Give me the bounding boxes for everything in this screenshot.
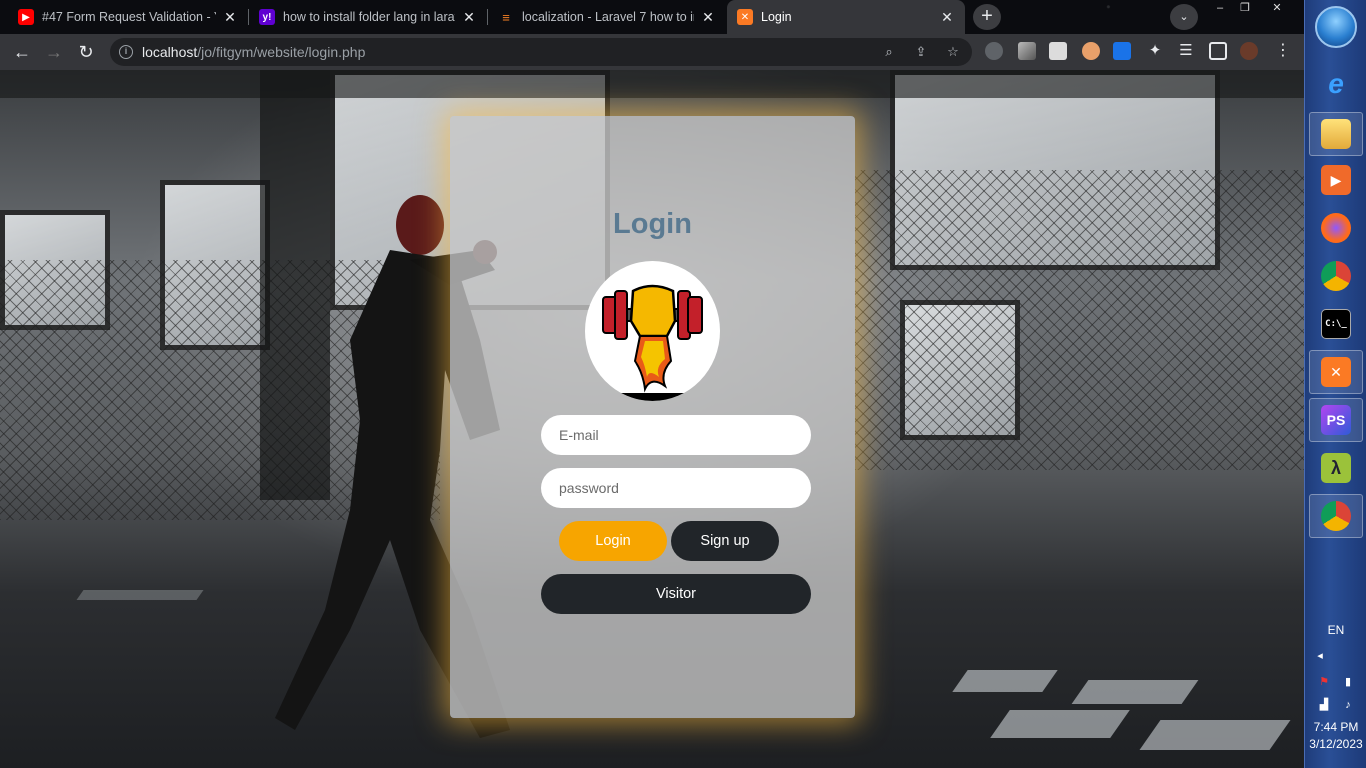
windows-taskbar: e ▶ C:\_ ✕ PS λ EN ◂ ⚑ ▮ ▟ ♪ 7:44 PM 3/1… — [1304, 0, 1366, 768]
taskbar-xampp[interactable]: ✕ — [1309, 350, 1363, 394]
tab-title: Login — [761, 10, 792, 24]
stackoverflow-icon: ≡ — [502, 9, 510, 25]
action-center-flag-icon[interactable]: ⚑ — [1317, 675, 1331, 689]
firefox-icon — [1321, 213, 1351, 243]
floor-light — [990, 710, 1130, 738]
back-icon[interactable]: ← — [8, 38, 36, 66]
browser-window: ▶ #47 Form Request Validation - Yo ✕ y! … — [0, 0, 1304, 768]
gym-logo — [585, 261, 720, 401]
start-button[interactable] — [1315, 6, 1357, 48]
taskbar-file-explorer[interactable] — [1309, 112, 1363, 156]
language-indicator[interactable]: EN — [1305, 623, 1366, 637]
signup-button[interactable]: Sign up — [671, 521, 779, 561]
folder-icon — [1321, 119, 1351, 149]
background-beam — [0, 70, 1304, 98]
media-player-icon: ▶ — [1321, 165, 1351, 195]
youtube-icon: ▶ — [18, 9, 34, 25]
taskbar-terminal[interactable]: C:\_ — [1309, 302, 1363, 346]
chrome-icon — [1321, 261, 1351, 291]
url-host: localhost — [142, 44, 198, 60]
extension-icon[interactable] — [1082, 42, 1100, 60]
page-viewport: Login Login — [0, 70, 1304, 768]
taskbar-chrome-profile[interactable] — [1309, 494, 1363, 538]
menu-icon[interactable]: ⋮ — [1274, 42, 1292, 60]
internet-explorer-icon: e — [1328, 68, 1344, 99]
tab-login[interactable]: ✕ Login ✕ — [727, 0, 965, 34]
battery-icon[interactable]: ▮ — [1341, 675, 1355, 689]
site-info-icon[interactable]: i — [119, 45, 133, 59]
fist-dumbbell-icon — [602, 284, 703, 393]
close-icon[interactable]: ✕ — [461, 9, 477, 26]
xampp-icon: ✕ — [1321, 357, 1351, 387]
close-icon[interactable]: ✕ — [939, 9, 955, 26]
new-tab-button[interactable]: + — [973, 4, 1001, 30]
tab-strip: ▶ #47 Form Request Validation - Yo ✕ y! … — [0, 0, 1304, 34]
tab-search-button[interactable]: ⌄ — [1170, 4, 1198, 30]
browser-toolbar: ← → ↻ i localhost/jo/fitgym/website/logi… — [0, 34, 1304, 70]
extension-icon[interactable] — [1049, 42, 1067, 60]
close-icon[interactable]: ✕ — [700, 9, 716, 26]
password-field[interactable] — [541, 468, 811, 508]
globe-extension-icon[interactable] — [985, 42, 1003, 60]
share-icon[interactable]: ⇪ — [912, 43, 930, 61]
show-hidden-icons-icon[interactable]: ◂ — [1313, 649, 1327, 663]
address-bar[interactable]: i localhost/jo/fitgym/website/login.php … — [110, 38, 972, 66]
tab-stackoverflow[interactable]: ≡ localization - Laravel 7 how to ins ✕ — [488, 0, 726, 34]
sidepanel-icon[interactable] — [1209, 42, 1227, 60]
network-icon[interactable]: ▟ — [1317, 698, 1331, 712]
taskbar-internet-explorer[interactable]: e — [1309, 62, 1363, 106]
url-path: /jo/fitgym/website/login.php — [197, 44, 366, 60]
taskbar-firefox[interactable] — [1309, 206, 1363, 250]
floor-light — [952, 670, 1058, 692]
close-icon[interactable]: ✕ — [222, 9, 238, 26]
zoom-icon[interactable]: ⌕ — [880, 43, 898, 61]
phpstorm-icon: PS — [1321, 405, 1351, 435]
floor-light — [1071, 680, 1199, 704]
desktop-screen: ▶ #47 Form Request Validation - Yo ✕ y! … — [0, 0, 1366, 768]
logo-bar — [585, 393, 720, 401]
floor-light — [1139, 720, 1291, 750]
media-icon[interactable]: ☰ — [1177, 42, 1195, 60]
taskbar-phpstorm[interactable]: PS — [1309, 398, 1363, 442]
avatar[interactable] — [1240, 42, 1258, 60]
login-card: Login Login — [450, 116, 855, 718]
tab-title: how to install folder lang in larav — [283, 10, 455, 24]
restore-button[interactable]: ❐ — [1230, 0, 1260, 16]
yahoo-icon: y! — [259, 9, 275, 25]
lambda-icon: λ — [1321, 453, 1351, 483]
bookmark-star-icon[interactable]: ☆ — [944, 43, 962, 61]
login-button[interactable]: Login — [559, 521, 667, 561]
floor-light — [76, 590, 204, 600]
login-title: Login — [613, 208, 692, 240]
xampp-icon: ✕ — [737, 9, 753, 25]
reload-icon[interactable]: ↻ — [72, 38, 100, 66]
extension-icon[interactable] — [1018, 42, 1036, 60]
taskbar-lambda-app[interactable]: λ — [1309, 446, 1363, 490]
tab-title: #47 Form Request Validation - Yo — [42, 10, 216, 24]
forward-icon[interactable]: → — [40, 38, 68, 66]
shield-extension-icon[interactable] — [1113, 42, 1131, 60]
taskbar-media-player[interactable]: ▶ — [1309, 158, 1363, 202]
tab-yahoo[interactable]: y! how to install folder lang in larav ✕ — [249, 0, 487, 34]
chrome-icon — [1321, 501, 1351, 531]
taskbar-chrome[interactable] — [1309, 254, 1363, 298]
close-window-button[interactable]: ✕ — [1262, 0, 1292, 16]
cage-fence — [855, 170, 1304, 470]
tab-title: localization - Laravel 7 how to ins — [522, 10, 694, 24]
volume-icon[interactable]: ♪ — [1341, 698, 1355, 712]
puzzle-icon[interactable]: ✦ — [1146, 42, 1164, 60]
clock-time[interactable]: 7:44 PM — [1305, 720, 1366, 734]
visitor-button[interactable]: Visitor — [541, 574, 811, 614]
email-field[interactable] — [541, 415, 811, 455]
clock-date[interactable]: 3/12/2023 — [1305, 737, 1366, 751]
tab-youtube[interactable]: ▶ #47 Form Request Validation - Yo ✕ — [8, 0, 248, 34]
terminal-icon: C:\_ — [1321, 309, 1351, 339]
address-url[interactable]: localhost/jo/fitgym/website/login.php — [142, 44, 365, 60]
